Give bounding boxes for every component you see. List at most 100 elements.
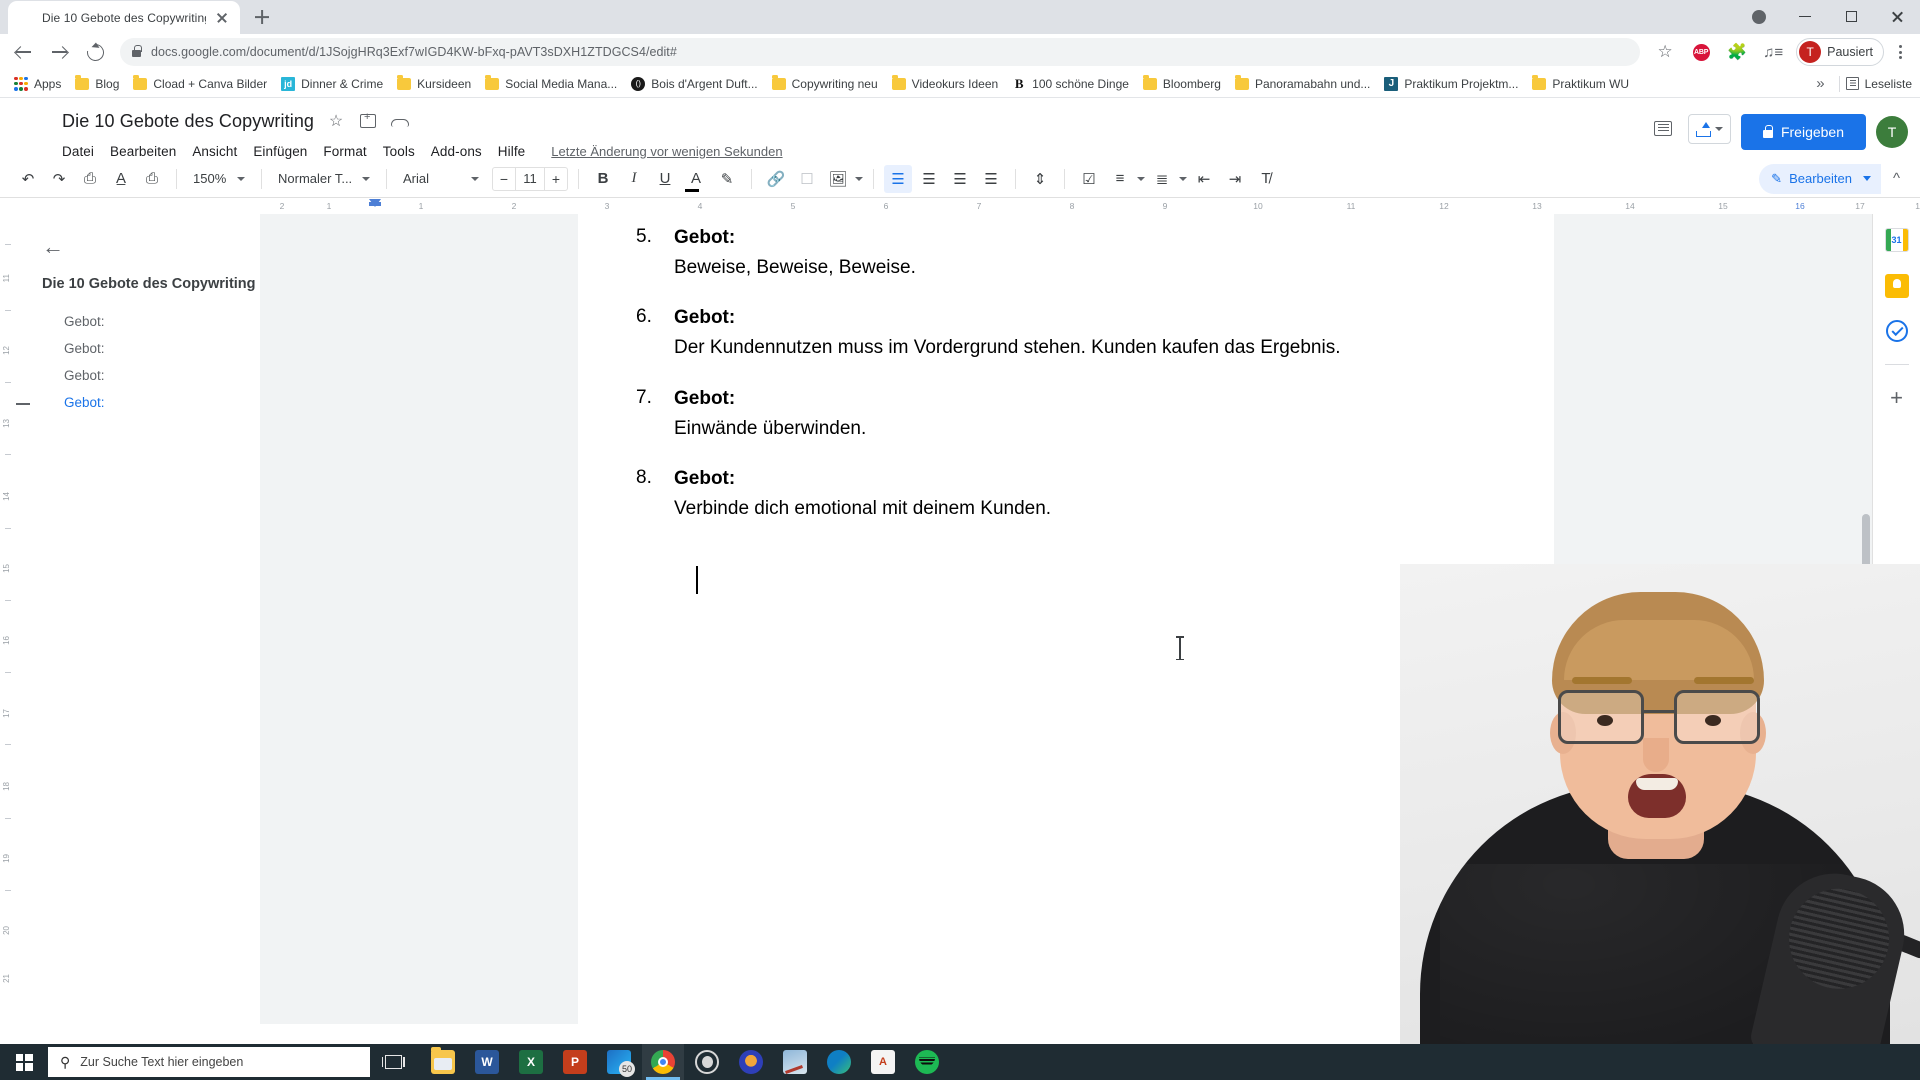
outline-item[interactable]: Gebot: — [42, 308, 260, 335]
bookmark-item[interactable]: Blog — [69, 74, 125, 94]
document-title[interactable]: Die 10 Gebote des Copywriting — [62, 111, 314, 132]
outline-title[interactable]: Die 10 Gebote des Copywriting — [42, 276, 260, 292]
outline-item[interactable]: Gebot: — [42, 362, 260, 389]
bookmark-item[interactable]: Videokurs Ideen — [886, 74, 1005, 94]
chevron-down-icon[interactable] — [1137, 176, 1145, 181]
reading-list-button[interactable]: Leseliste — [1845, 77, 1912, 91]
calendar-icon[interactable]: 31 — [1884, 228, 1909, 252]
bookmark-item[interactable]: Copywriting neu — [766, 74, 884, 94]
undo-icon[interactable]: ↶ — [14, 165, 42, 193]
outline-item[interactable]: Gebot: — [42, 335, 260, 362]
align-right-button[interactable]: ☰ — [946, 165, 974, 193]
bookmarks-overflow-button[interactable]: » — [1808, 75, 1832, 92]
minimize-button[interactable] — [1782, 0, 1828, 33]
editing-mode-button[interactable]: ✎ Bearbeiten — [1759, 163, 1881, 194]
italic-button[interactable]: I — [620, 165, 648, 193]
font-size-value[interactable]: 11 — [515, 167, 545, 190]
profile-button[interactable]: T Pausiert — [1796, 38, 1884, 66]
abp-icon[interactable]: ABP — [1684, 35, 1718, 69]
star-icon[interactable]: ☆ — [326, 111, 346, 131]
paragraph-style-selector[interactable]: Normaler T... — [272, 166, 376, 192]
taskbar-edge[interactable] — [818, 1044, 860, 1080]
insert-image-icon[interactable]: 🖼 — [824, 165, 852, 193]
list-item[interactable]: 8. Gebot: Verbinde dich emotional mit de… — [636, 467, 1458, 521]
search-input[interactable]: ⚲ Zur Suche Text hier eingeben — [48, 1047, 370, 1077]
decrease-indent-icon[interactable]: ⇤ — [1190, 165, 1218, 193]
text-color-button[interactable]: A — [682, 165, 710, 193]
align-justify-button[interactable]: ☰ — [977, 165, 1005, 193]
numbered-list-icon[interactable]: ≣ — [1148, 165, 1176, 193]
bookmark-item[interactable]: Bloomberg — [1137, 74, 1227, 94]
chevron-down-icon[interactable] — [855, 176, 863, 181]
last-edit-status[interactable]: Letzte Änderung vor wenigen Sekunden — [551, 144, 782, 159]
list-item[interactable]: 7. Gebot: Einwände überwinden. — [636, 387, 1458, 441]
taskbar-word[interactable]: W — [466, 1044, 508, 1080]
close-window-button[interactable] — [1874, 0, 1920, 33]
bookmark-item[interactable]: Cload + Canva Bilder — [127, 74, 273, 94]
bold-button[interactable]: B — [589, 165, 617, 193]
taskbar-obs[interactable] — [686, 1044, 728, 1080]
underline-button[interactable]: U — [651, 165, 679, 193]
increase-indent-icon[interactable]: ⇥ — [1221, 165, 1249, 193]
bookmark-item[interactable]: B 100 schöne Dinge — [1006, 74, 1135, 94]
collapse-toolbar-button[interactable]: ^ — [1887, 170, 1906, 187]
new-tab-button[interactable] — [248, 3, 276, 31]
back-button[interactable] — [6, 35, 40, 69]
menu-einfuegen[interactable]: Einfügen — [253, 144, 307, 159]
bookmark-item[interactable]: Social Media Mana... — [479, 74, 623, 94]
google-docs-logo[interactable] — [16, 110, 56, 150]
bookmark-item[interactable]: Panoramabahn und... — [1229, 74, 1376, 94]
bulleted-list-icon[interactable]: ≡ — [1106, 165, 1134, 193]
chrome-menu-button[interactable] — [1886, 38, 1914, 66]
decrease-font-size-button[interactable]: − — [493, 171, 515, 187]
menu-ansicht[interactable]: Ansicht — [192, 144, 237, 159]
menu-format[interactable]: Format — [323, 144, 366, 159]
taskbar-document-app[interactable]: A — [862, 1044, 904, 1080]
taskbar-headphones-app[interactable] — [730, 1044, 772, 1080]
present-button[interactable] — [1687, 114, 1731, 144]
clear-formatting-icon[interactable]: T̸ — [1252, 165, 1280, 193]
task-view-button[interactable] — [370, 1044, 416, 1080]
taskbar-spotify[interactable] — [906, 1044, 948, 1080]
address-bar[interactable]: docs.google.com/document/d/1JSojgHRq3Exf… — [120, 38, 1641, 66]
share-button[interactable]: Freigeben — [1740, 114, 1866, 150]
outline-item-selected[interactable]: Gebot: — [16, 389, 260, 416]
paint-format-icon[interactable]: ⎙ — [138, 165, 166, 193]
line-spacing-icon[interactable]: ⇕ — [1026, 165, 1054, 193]
taskbar-photo-editor[interactable] — [774, 1044, 816, 1080]
add-icon[interactable]: + — [1890, 387, 1903, 409]
checklist-icon[interactable]: ☑ — [1075, 165, 1103, 193]
align-left-button[interactable]: ☰ — [884, 164, 912, 193]
playlist-icon[interactable]: ♫≡ — [1756, 35, 1790, 69]
forward-button[interactable] — [42, 35, 76, 69]
close-icon[interactable] — [214, 10, 230, 26]
bookmark-item[interactable]: Kursideen — [391, 74, 477, 94]
indent-marker[interactable] — [369, 199, 381, 207]
insert-link-icon[interactable]: 🔗 — [762, 165, 790, 193]
window-extra-button[interactable] — [1736, 0, 1782, 33]
taskbar-file-explorer[interactable] — [422, 1044, 464, 1080]
font-selector[interactable]: Arial — [397, 166, 485, 192]
spellcheck-icon[interactable]: A̲ — [107, 165, 135, 193]
menu-datei[interactable]: Datei — [62, 144, 94, 159]
bookmark-item[interactable]: () Bois d'Argent Duft... — [625, 74, 763, 94]
list-item[interactable]: 5. Gebot: Beweise, Beweise, Beweise. — [636, 226, 1458, 280]
bookmark-apps[interactable]: Apps — [8, 74, 67, 94]
print-icon[interactable]: ⎙ — [76, 165, 104, 193]
list-item[interactable]: 6. Gebot: Der Kundennutzen muss im Vorde… — [636, 306, 1458, 360]
horizontal-ruler[interactable]: 2 1 1 2 3 4 5 6 7 8 9 10 11 12 13 14 15 … — [0, 198, 1920, 214]
redo-icon[interactable]: ↷ — [45, 165, 73, 193]
menu-bearbeiten[interactable]: Bearbeiten — [110, 144, 176, 159]
taskbar-mail[interactable]: 50 — [598, 1044, 640, 1080]
version-history-icon[interactable] — [1648, 114, 1678, 142]
font-size-stepper[interactable]: − 11 + — [492, 166, 568, 191]
browser-tab[interactable]: Die 10 Gebote des Copywriting - — [8, 1, 240, 34]
menu-hilfe[interactable]: Hilfe — [498, 144, 526, 159]
taskbar-excel[interactable]: X — [510, 1044, 552, 1080]
highlight-color-icon[interactable]: ✎ — [713, 165, 741, 193]
taskbar-powerpoint[interactable]: P — [554, 1044, 596, 1080]
menu-tools[interactable]: Tools — [383, 144, 415, 159]
account-avatar[interactable]: T — [1876, 116, 1908, 148]
move-to-folder-icon[interactable] — [358, 111, 378, 131]
keep-icon[interactable] — [1884, 274, 1909, 298]
